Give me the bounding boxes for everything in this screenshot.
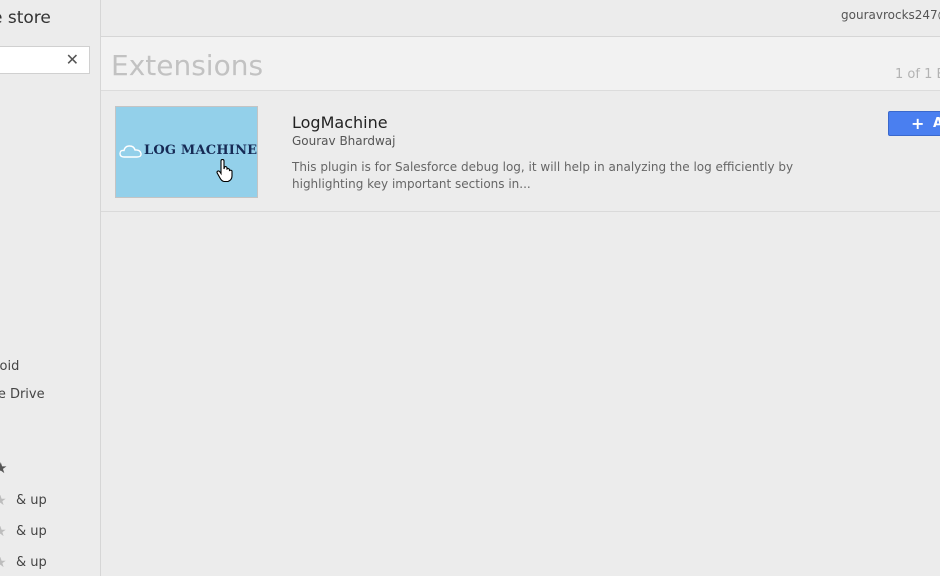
rating-filter-2[interactable]: ★ & up	[0, 555, 47, 571]
cloud-icon	[119, 145, 142, 158]
thumbnail-logo-text: LOG MACHINE	[144, 143, 258, 158]
sidebar-feature-android[interactable]: ndroid	[0, 359, 19, 374]
page-title: Extensions	[111, 49, 264, 82]
result-row[interactable]: LOG MACHINE LogMachine Gourav Bhardwaj T…	[101, 91, 940, 212]
search-input[interactable]: ✕	[0, 46, 90, 74]
extension-author: Gourav Bhardwaj	[292, 134, 396, 148]
sidebar: e store ✕ ndroid ogle Drive ★ ★ & up ★ &…	[0, 0, 101, 576]
star-icon: ★	[0, 555, 7, 571]
store-title: e store	[0, 8, 51, 28]
star-icon: ★	[0, 493, 7, 509]
add-to-chrome-button[interactable]: + A	[888, 111, 940, 136]
rating-filter-3[interactable]: ★ & up	[0, 524, 47, 540]
rating-filter-4[interactable]: ★ & up	[0, 493, 47, 509]
rating-label: & up	[16, 555, 47, 570]
extension-name[interactable]: LogMachine	[292, 113, 388, 132]
star-icon[interactable]: ★	[0, 459, 7, 477]
add-button-label: A	[933, 116, 940, 131]
star-icon: ★	[0, 524, 7, 540]
rating-label: & up	[16, 524, 47, 539]
extension-description: This plugin is for Salesforce debug log,…	[292, 160, 794, 191]
sidebar-feature-google-drive[interactable]: ogle Drive	[0, 387, 45, 402]
category-header: Extensions 1 of 1 E	[101, 37, 940, 91]
hand-cursor-icon	[216, 159, 233, 183]
result-count: 1 of 1 E	[895, 67, 940, 82]
plus-icon: +	[911, 114, 925, 133]
user-email[interactable]: gouravrocks247@	[841, 8, 940, 22]
rating-label: & up	[16, 493, 47, 508]
extension-thumbnail[interactable]: LOG MACHINE	[115, 106, 258, 198]
top-bar: gouravrocks247@	[101, 0, 940, 37]
close-icon[interactable]: ✕	[66, 50, 79, 69]
